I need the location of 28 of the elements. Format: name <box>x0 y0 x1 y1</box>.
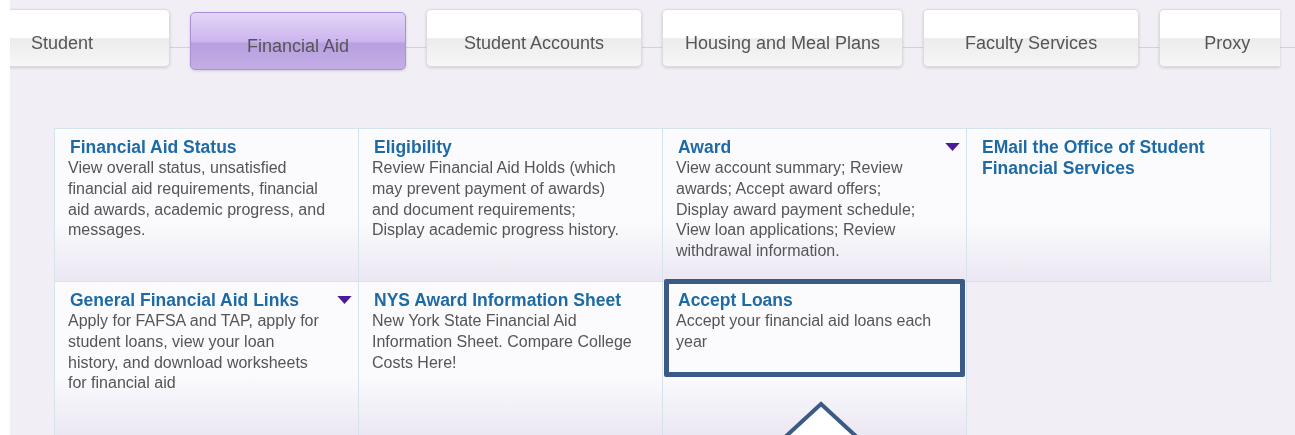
menu-description: View overall status, unsatisfied financial aid requirements, financial aid awards, academic progress, and messages. <box>68 158 327 241</box>
menu-card[interactable]: Accept Loans Accept your financial aid loans each year <box>662 281 967 435</box>
menu-description: New York State Financial Aid Information Sheet. Compare College Costs Here! <box>372 311 632 373</box>
menu-description: Review Financial Aid Holds (which may prevent payment of awards) and document requirements; Display academic progress history. <box>372 158 620 241</box>
menu-card[interactable]: Award View account summary; Review awards; Accept award offers; Display award payment schedule; View loan applications; Review withdrawal information. <box>662 128 967 282</box>
menu-card[interactable]: NYS Award Information Sheet New York State Financial Aid Information Sheet. Compare College Costs Here! <box>358 281 663 435</box>
menu-description: Accept your financial aid loans each year <box>676 311 933 352</box>
nav-tab[interactable]: Financial Aid <box>190 12 406 70</box>
nav-tab[interactable]: Housing and Meal Plans <box>662 9 904 67</box>
menu-card[interactable]: Financial Aid Status View overall status, unsatisfied financial aid requirements, financial aid awards, academic progress, and messages. <box>54 128 359 282</box>
menu-title[interactable]: Accept Loans <box>678 290 793 311</box>
nav-tab[interactable]: Student Accounts <box>426 9 642 67</box>
menu-card[interactable]: Eligibility Review Financial Aid Holds (which may prevent payment of awards) and document requirements; Display academic progress history. <box>358 128 663 282</box>
menu-title[interactable]: Award <box>678 137 732 158</box>
caret-icon[interactable] <box>337 296 352 305</box>
menu-title[interactable]: Eligibility <box>374 137 452 158</box>
menu-description: View account summary; Review awards; Accept award offers; Display award payment schedule; View loan applications; Review withdrawal information. <box>676 158 917 262</box>
menu-title[interactable]: General Financial Aid Links <box>70 290 299 311</box>
menu-title[interactable]: EMail the Office of Student Financial Services <box>982 137 1240 179</box>
menu-description: Apply for FAFSA and TAP, apply for student loans, view your loan history, and download worksheets for financial aid <box>68 311 320 394</box>
menu-card[interactable]: EMail the Office of Student Financial Services <box>966 128 1271 282</box>
nav-tab[interactable]: Student <box>10 9 170 67</box>
menu-title[interactable]: NYS Award Information Sheet <box>374 290 621 311</box>
nav-tab[interactable]: Proxy <box>1159 9 1281 67</box>
caret-icon[interactable] <box>945 143 960 152</box>
nav-tab[interactable]: Faculty Services <box>923 9 1140 67</box>
menu-title[interactable]: Financial Aid Status <box>70 137 237 158</box>
menu-card[interactable]: General Financial Aid Links Apply for FAFSA and TAP, apply for student loans, view your loan history, and download worksheets for financial aid <box>54 281 359 435</box>
